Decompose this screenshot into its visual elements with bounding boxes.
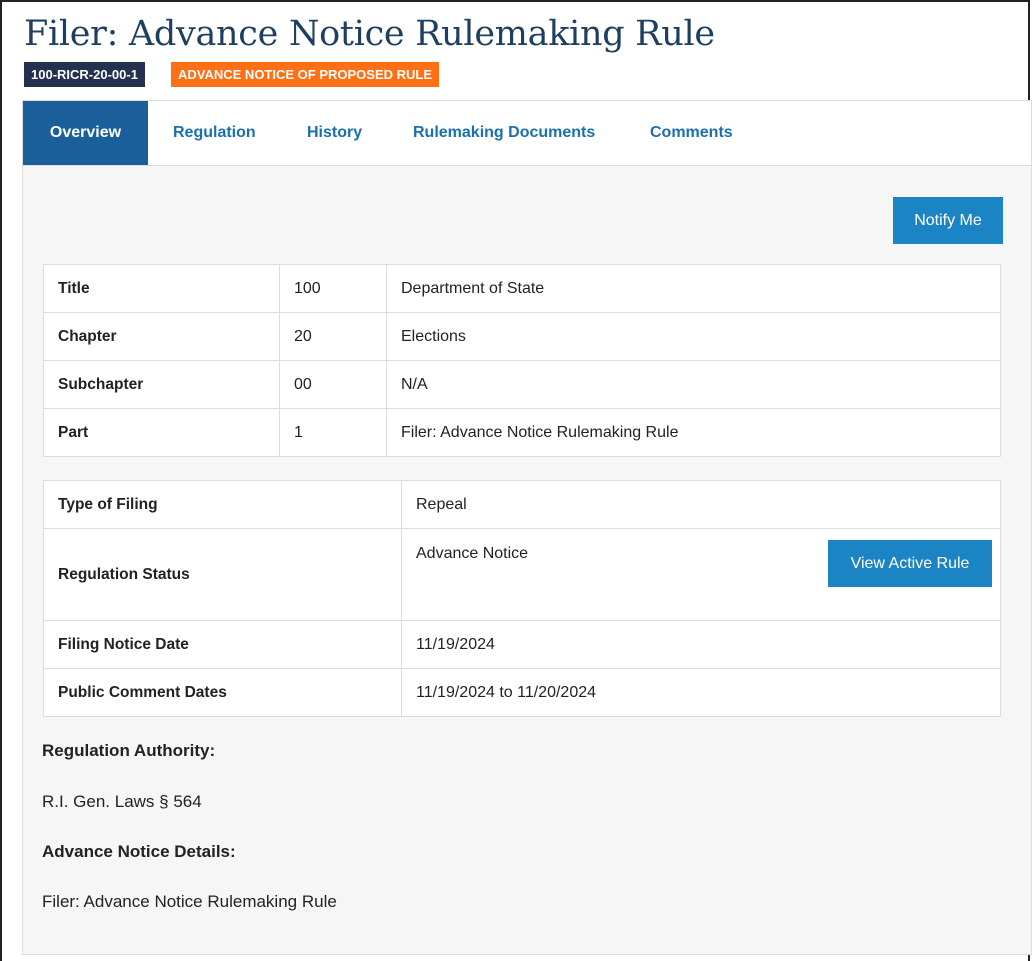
row-value: Filer: Advance Notice Rulemaking Rule — [386, 408, 1001, 457]
row-value: Elections — [386, 312, 1001, 361]
table-row: Filing Notice Date 11/19/2024 — [43, 620, 1001, 669]
table-row: Subchapter 00 N/A — [43, 360, 1001, 409]
filing-notice-date-label: Filing Notice Date — [43, 620, 402, 669]
tab-history[interactable]: History — [307, 101, 362, 165]
table-row: Public Comment Dates 11/19/2024 to 11/20… — [43, 668, 1001, 717]
row-label: Chapter — [43, 312, 280, 361]
type-of-filing-label: Type of Filing — [43, 480, 402, 529]
table-row: Part 1 Filer: Advance Notice Rulemaking … — [43, 408, 1001, 457]
tab-bar: Overview Regulation History Rulemaking D… — [23, 101, 1031, 166]
tab-overview[interactable]: Overview — [23, 101, 148, 165]
table-row: Title 100 Department of State — [43, 264, 1001, 313]
tab-rulemaking-documents[interactable]: Rulemaking Documents — [413, 101, 595, 165]
table-row: Type of Filing Repeal — [43, 480, 1001, 529]
regulation-status-label: Regulation Status — [43, 528, 402, 621]
rule-type-badge: ADVANCE NOTICE OF PROPOSED RULE — [171, 62, 440, 87]
row-label: Subchapter — [43, 360, 280, 409]
regulation-status-cell: Advance Notice View Active Rule — [401, 528, 1001, 621]
regulation-status-value: Advance Notice — [416, 545, 529, 562]
table-row: Chapter 20 Elections — [43, 312, 1001, 361]
row-number: 1 — [279, 408, 387, 457]
row-value: Department of State — [386, 264, 1001, 313]
public-comment-dates-value: 11/19/2024 to 11/20/2024 — [401, 668, 1001, 717]
row-label: Part — [43, 408, 280, 457]
advance-notice-details-text: Filer: Advance Notice Rulemaking Rule — [42, 892, 337, 911]
filing-table: Type of Filing Repeal Regulation Status … — [43, 480, 1001, 717]
type-of-filing-value: Repeal — [401, 480, 1001, 529]
regulation-authority-text: R.I. Gen. Laws § 564 — [42, 792, 202, 811]
row-label: Title — [43, 264, 280, 313]
view-active-rule-button[interactable]: View Active Rule — [828, 540, 992, 587]
classification-table: Title 100 Department of State Chapter 20… — [43, 264, 1001, 457]
content-panel: Overview Regulation History Rulemaking D… — [22, 100, 1032, 955]
page-title: Filer: Advance Notice Rulemaking Rule — [24, 14, 715, 54]
advance-notice-details-heading: Advance Notice Details: — [42, 842, 236, 861]
regulation-authority-heading: Regulation Authority: — [42, 741, 216, 760]
row-value: N/A — [386, 360, 1001, 409]
tab-comments[interactable]: Comments — [650, 101, 733, 165]
notify-me-button[interactable]: Notify Me — [893, 197, 1003, 244]
filing-notice-date-value: 11/19/2024 — [401, 620, 1001, 669]
table-row: Regulation Status Advance Notice View Ac… — [43, 528, 1001, 621]
row-number: 20 — [279, 312, 387, 361]
row-number: 00 — [279, 360, 387, 409]
tab-regulation[interactable]: Regulation — [173, 101, 256, 165]
regulation-id-badge: 100-RICR-20-00-1 — [24, 62, 145, 87]
row-number: 100 — [279, 264, 387, 313]
public-comment-dates-label: Public Comment Dates — [43, 668, 402, 717]
